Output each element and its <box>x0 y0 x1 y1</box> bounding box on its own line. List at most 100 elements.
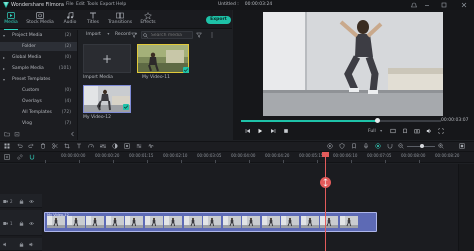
import-media-label: Import Media <box>83 75 113 80</box>
microphone-icon[interactable] <box>363 143 369 149</box>
magnet-icon[interactable] <box>29 154 35 160</box>
eye-icon[interactable] <box>29 199 34 204</box>
lock-icon[interactable] <box>19 221 24 226</box>
color-icon[interactable] <box>112 143 118 149</box>
crop-icon[interactable] <box>64 143 70 149</box>
tab-stock-media[interactable]: Stock Media <box>25 12 55 28</box>
chevron-down-icon[interactable]: ▾ <box>3 77 8 82</box>
sidebar-item[interactable]: Folder (2) <box>0 42 77 51</box>
marker-icon[interactable] <box>402 128 408 134</box>
sidebar-item-label: Preset Templates <box>12 77 51 82</box>
tab-label: Effects <box>140 20 156 25</box>
menu-file[interactable]: File <box>66 2 74 7</box>
clip-frame-thumbnail <box>300 216 319 228</box>
sidebar-item[interactable]: ▸ Sample Media (101) <box>0 64 77 73</box>
tab-transitions[interactable]: Transitions <box>105 12 135 28</box>
import-label: Import <box>86 32 101 37</box>
tools-grid-icon[interactable] <box>4 143 10 149</box>
render-icon[interactable] <box>327 143 333 149</box>
search-input[interactable] <box>151 32 191 38</box>
playhead-handle[interactable] <box>322 152 329 157</box>
menu-export[interactable]: Export <box>100 2 115 7</box>
collapse-sidebar-icon[interactable] <box>70 131 75 137</box>
chevron-down-icon[interactable]: ▾ <box>3 33 8 38</box>
preview-video[interactable] <box>263 12 443 116</box>
chevron-right-icon[interactable]: ▸ <box>3 66 8 71</box>
play-icon[interactable] <box>257 128 263 134</box>
lock-icon[interactable] <box>19 242 24 247</box>
sidebar-item[interactable]: Custom (0) <box>0 86 77 95</box>
tab-label: Transitions <box>107 20 133 25</box>
zoom-out-icon[interactable] <box>398 143 404 149</box>
import-media-tile[interactable]: + <box>83 44 131 73</box>
sidebar-item-label: Folder <box>22 44 36 49</box>
render-preview-icon[interactable] <box>390 128 396 134</box>
sidebar-item[interactable]: ▾ Project Media (2) <box>0 31 77 40</box>
minimize-icon[interactable] <box>423 1 431 9</box>
seek-handle[interactable] <box>374 118 380 123</box>
text-icon[interactable] <box>76 143 82 149</box>
close-icon[interactable] <box>460 1 468 9</box>
tab-audio[interactable]: Audio <box>59 12 81 28</box>
redo-icon[interactable] <box>28 143 34 149</box>
more-options-icon[interactable] <box>211 32 213 38</box>
lock-icon[interactable] <box>19 199 24 204</box>
mute-icon[interactable] <box>29 242 34 247</box>
tab-label: Audio <box>63 20 77 25</box>
ruler-tick <box>249 160 250 163</box>
voiceover-icon[interactable] <box>375 143 381 149</box>
fullscreen-icon[interactable] <box>438 128 444 134</box>
split-icon[interactable] <box>52 143 58 149</box>
sidebar-item-count: (72) <box>61 110 71 115</box>
clip-frame-thumbnail <box>242 216 260 228</box>
waveform-icon[interactable] <box>148 143 154 149</box>
tab-effects[interactable]: Effects <box>137 12 159 28</box>
zoom-slider-handle[interactable] <box>420 144 424 148</box>
stop-icon[interactable] <box>283 128 289 134</box>
grid-view-icon[interactable] <box>196 32 202 38</box>
add-track-icon[interactable] <box>4 154 10 160</box>
marker-add-icon[interactable] <box>351 143 357 149</box>
shield-icon[interactable] <box>339 143 345 149</box>
menu-help[interactable]: Help <box>116 2 126 7</box>
filter-icon[interactable] <box>131 32 137 38</box>
adjust-icon[interactable] <box>136 143 142 149</box>
search-box[interactable] <box>141 31 193 39</box>
speed-icon[interactable] <box>88 143 94 149</box>
sidebar-item[interactable]: ▸ Global Media (0) <box>0 53 77 62</box>
green-screen-icon[interactable] <box>124 143 130 149</box>
export-button[interactable]: Export <box>206 16 231 24</box>
delete-icon[interactable] <box>40 143 46 149</box>
new-folder-icon[interactable] <box>4 131 10 137</box>
notification-icon[interactable] <box>410 1 418 9</box>
sidebar-item[interactable]: Vlog (7) <box>0 119 77 128</box>
sidebar-item-label: Global Media <box>12 55 42 60</box>
eye-icon[interactable] <box>29 221 34 226</box>
link-icon[interactable] <box>17 154 23 160</box>
sidebar-item[interactable]: ▾ Preset Templates <box>0 75 77 84</box>
import-dropdown[interactable]: Import ▾ <box>86 31 109 38</box>
next-frame-icon[interactable] <box>270 128 276 134</box>
delete-folder-icon[interactable] <box>14 131 20 137</box>
tab-media[interactable]: Media <box>0 12 22 30</box>
fit-timeline-icon[interactable] <box>459 143 465 149</box>
snapshot-icon[interactable] <box>414 128 420 134</box>
sidebar-item[interactable]: All Templates (72) <box>0 108 77 117</box>
snap-icon[interactable] <box>387 143 393 149</box>
playhead[interactable] <box>325 152 326 251</box>
playhead-cursor-icon[interactable] <box>320 177 331 188</box>
menu-edit[interactable]: Edit <box>76 2 85 7</box>
zoom-in-icon[interactable] <box>438 143 444 149</box>
media-thumbnail-video-11[interactable] <box>137 44 189 73</box>
sidebar-item-label: Project Media <box>12 33 43 38</box>
previous-frame-icon[interactable] <box>245 128 251 134</box>
quality-dropdown[interactable]: Full ▾ <box>368 128 382 134</box>
volume-icon[interactable] <box>426 128 432 134</box>
maximize-icon[interactable] <box>440 1 448 9</box>
menu-tools[interactable]: Tools <box>87 2 98 7</box>
audio-mixer-icon[interactable] <box>100 143 106 149</box>
chevron-right-icon[interactable]: ▸ <box>3 55 8 60</box>
sidebar-item[interactable]: Overlays (4) <box>0 97 77 106</box>
undo-icon[interactable] <box>17 143 23 149</box>
tab-titles[interactable]: Titles <box>82 12 104 28</box>
